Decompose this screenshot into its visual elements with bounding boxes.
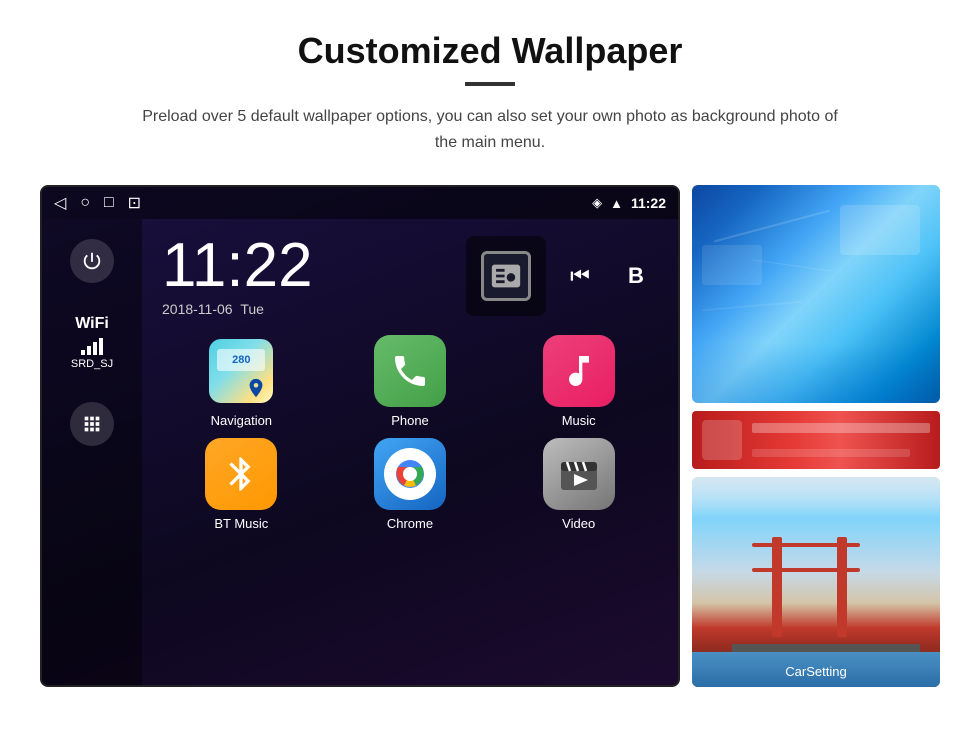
wifi-info: WiFi SRD_SJ xyxy=(71,313,113,372)
chrome-icon xyxy=(374,438,446,510)
video-label: Video xyxy=(562,516,595,531)
status-right: ◈ ▲ 11:22 xyxy=(592,195,666,211)
wallpaper-mid[interactable] xyxy=(692,411,940,469)
wifi-label: WiFi xyxy=(71,313,113,335)
wallpaper-ice[interactable] xyxy=(692,185,940,403)
phone-icon xyxy=(374,335,446,407)
recents-icon[interactable]: □ xyxy=(104,194,114,212)
status-left: ◁ ○ □ ⊡ xyxy=(54,193,141,213)
bt-music-label: BT Music xyxy=(214,516,268,531)
app-video[interactable]: Video xyxy=(499,438,658,531)
back-icon[interactable]: ◁ xyxy=(54,193,66,213)
wifi-bars xyxy=(71,338,113,355)
prev-track-icon: ⏮ xyxy=(570,263,590,289)
main-content: ◁ ○ □ ⊡ ◈ ▲ 11:22 WiFi xyxy=(40,185,940,687)
music-icon xyxy=(543,335,615,407)
carsetting-label: CarSetting xyxy=(692,664,940,679)
wallpaper-bridge[interactable]: CarSetting xyxy=(692,477,940,687)
main-screen-area: 11:22 2018-11-06 Tue ⏮ xyxy=(142,219,678,685)
bluetooth-widget[interactable]: B xyxy=(614,254,658,298)
android-screen: ◁ ○ □ ⊡ ◈ ▲ 11:22 WiFi xyxy=(40,185,680,687)
bt-music-icon xyxy=(205,438,277,510)
screen-body: WiFi SRD_SJ 11: xyxy=(42,219,678,685)
chrome-label: Chrome xyxy=(387,516,433,531)
app-chrome[interactable]: Chrome xyxy=(331,438,490,531)
location-icon: ◈ xyxy=(592,195,602,211)
app-music[interactable]: Music xyxy=(499,335,658,428)
map-container: 280 xyxy=(209,339,273,403)
music-label: Music xyxy=(562,413,596,428)
navigation-label: Navigation xyxy=(211,413,272,428)
wallpaper-column: CarSetting xyxy=(692,185,940,687)
clock-time: 11:22 xyxy=(162,235,313,297)
radio-widget[interactable] xyxy=(466,236,546,316)
sidebar: WiFi SRD_SJ xyxy=(42,219,142,685)
phone-label: Phone xyxy=(391,413,429,428)
radio-icon xyxy=(481,251,531,301)
power-button[interactable] xyxy=(70,239,114,283)
page-subtitle: Preload over 5 default wallpaper options… xyxy=(140,104,840,155)
clock-date: 2018-11-06 Tue xyxy=(162,301,313,317)
status-bar: ◁ ○ □ ⊡ ◈ ▲ 11:22 xyxy=(42,187,678,219)
wifi-status-icon: ▲ xyxy=(610,196,623,211)
prev-track-widget[interactable]: ⏮ xyxy=(558,254,602,298)
app-grid: 280 Navigation Phone xyxy=(142,325,678,547)
apps-button[interactable] xyxy=(70,402,114,446)
screenshot-icon[interactable]: ⊡ xyxy=(128,193,141,213)
clock-display: 11:22 2018-11-06 Tue xyxy=(162,235,313,317)
bluetooth-letter-icon: B xyxy=(628,263,644,289)
app-navigation[interactable]: 280 Navigation xyxy=(162,335,321,428)
status-time: 11:22 xyxy=(631,195,666,211)
clock-section: 11:22 2018-11-06 Tue ⏮ xyxy=(142,219,678,325)
wifi-ssid: SRD_SJ xyxy=(71,357,113,372)
home-icon[interactable]: ○ xyxy=(80,194,90,212)
video-icon xyxy=(543,438,615,510)
clock-widgets: ⏮ B xyxy=(466,236,658,316)
app-phone[interactable]: Phone xyxy=(331,335,490,428)
app-bt-music[interactable]: BT Music xyxy=(162,438,321,531)
navigation-icon: 280 xyxy=(205,335,277,407)
page-title: Customized Wallpaper xyxy=(298,30,683,72)
title-divider xyxy=(465,82,515,86)
